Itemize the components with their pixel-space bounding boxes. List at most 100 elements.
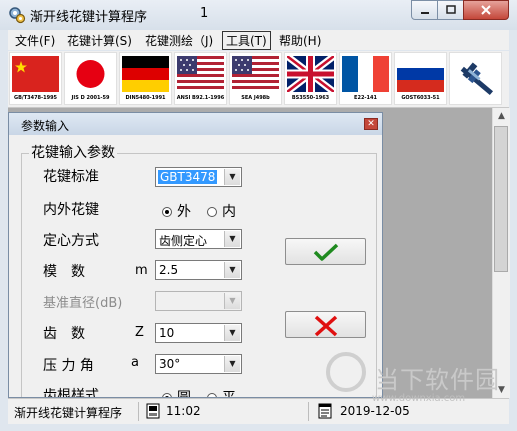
teeth-symbol: Z	[135, 325, 144, 340]
check-icon	[313, 243, 339, 261]
module-select[interactable]: 2.5 ▼	[155, 260, 242, 280]
status-time: 11:02	[166, 404, 201, 418]
standard-button-gb[interactable]: GB/T3478-1995	[9, 52, 62, 105]
teeth-label: 齿 数	[43, 326, 85, 342]
group-title: 花键输入参数	[29, 142, 117, 162]
chevron-down-icon: ▼	[224, 356, 240, 372]
maximize-icon	[445, 5, 456, 14]
module-value: 2.5	[159, 263, 179, 277]
maximize-button[interactable]	[437, 0, 464, 20]
standard-button-ansi[interactable]: ANSI B92.1-1996	[174, 52, 227, 105]
standard-caption: E22-141	[354, 95, 377, 101]
centering-label: 定心方式	[43, 233, 99, 249]
root-style-option: 圆	[177, 390, 191, 398]
standard-caption: ANSI B92.1-1996	[176, 95, 225, 101]
scroll-up-icon[interactable]: ▲	[493, 108, 510, 124]
standard-button-bs[interactable]: BS3550-1963	[284, 52, 337, 105]
window-title-number: 1	[200, 6, 209, 21]
title-bar[interactable]: 渐开线花键计算程序 1	[0, 0, 517, 30]
chevron-down-icon: ▼	[224, 262, 240, 278]
standard-caption: SEA J498b	[241, 95, 270, 101]
radio-icon	[207, 207, 217, 217]
usa-flag-icon	[177, 56, 224, 92]
status-divider	[138, 402, 139, 421]
status-app-name: 渐开线花键计算程序	[14, 406, 123, 420]
watermark-url: www.downxia.com	[372, 393, 466, 404]
standard-button-gost[interactable]: GOST6033-51	[394, 52, 447, 105]
module-symbol: m	[135, 263, 148, 278]
menu-file[interactable]: 文件(F)	[12, 32, 58, 49]
teeth-value: 10	[159, 326, 175, 340]
measure-tool-button[interactable]	[449, 52, 502, 105]
status-date: 2019-12-05	[340, 404, 410, 418]
standard-button-nf[interactable]: E22-141	[339, 52, 392, 105]
menu-bar: 文件(F) 花键计算(S) 花键测绘（J) 工具(T) 帮助(H)	[8, 30, 509, 50]
chevron-down-icon: ▼	[224, 293, 240, 309]
toolbar: GB/T3478-1995 JIS D 2001-59 DIN5480-1991…	[8, 51, 509, 108]
teeth-select[interactable]: 10 ▼	[155, 323, 242, 343]
scroll-thumb[interactable]	[494, 126, 508, 272]
standard-caption: BS3550-1963	[291, 95, 330, 101]
spline-type-option: 内	[222, 204, 236, 220]
pressure-angle-select[interactable]: 30° ▼	[155, 354, 242, 374]
app-gear-icon	[9, 7, 26, 24]
parameter-input-dialog: 参数输入 ✕ 花键输入参数 花键标准 GBT3478 ▼ 内外花键 外 内 定心…	[8, 112, 383, 398]
root-style-flat-radio[interactable]: 平	[207, 387, 236, 398]
centering-select[interactable]: 齿侧定心 ▼	[155, 229, 242, 249]
usa-flag-icon	[232, 56, 279, 92]
dialog-title: 参数输入	[21, 119, 70, 133]
root-style-label: 齿根样式	[43, 388, 99, 398]
chevron-down-icon: ▼	[224, 325, 240, 341]
close-button[interactable]	[463, 0, 509, 20]
close-icon	[481, 5, 491, 15]
pressure-angle-value: 30°	[159, 357, 181, 371]
minimize-icon	[420, 12, 429, 14]
menu-spline-calc[interactable]: 花键计算(S)	[64, 32, 135, 49]
dialog-close-icon[interactable]: ✕	[364, 118, 378, 130]
spline-type-label: 内外花键	[43, 202, 99, 218]
germany-flag-icon	[122, 56, 169, 92]
ok-button[interactable]	[285, 238, 366, 265]
x-icon	[314, 315, 338, 337]
calendar-icon	[318, 403, 332, 419]
standard-button-sae[interactable]: SEA J498b	[229, 52, 282, 105]
standard-button-jis[interactable]: JIS D 2001-59	[64, 52, 117, 105]
ref-diameter-select: ▼	[155, 291, 242, 311]
clock-icon	[146, 403, 160, 419]
japan-flag-icon	[67, 56, 114, 92]
spline-type-external-radio[interactable]: 外	[162, 201, 191, 221]
watermark-text: 当下软件园	[375, 366, 500, 394]
watermark-logo-icon	[326, 352, 366, 392]
standard-value: GBT3478	[158, 170, 218, 184]
vertical-scrollbar[interactable]: ▲ ▼	[492, 108, 510, 398]
standard-label: 花键标准	[43, 169, 99, 185]
menu-help[interactable]: 帮助(H)	[276, 32, 324, 49]
spline-type-option: 外	[177, 204, 191, 220]
standard-caption: JIS D 2001-59	[71, 95, 110, 101]
uk-flag-icon	[287, 56, 334, 92]
menu-spline-measure[interactable]: 花键测绘（J)	[142, 32, 216, 49]
window-title: 渐开线花键计算程序	[30, 10, 148, 25]
standard-caption: GB/T3478-1995	[13, 95, 58, 101]
standard-select[interactable]: GBT3478 ▼	[155, 167, 242, 187]
standard-button-din[interactable]: DIN5480-1991	[119, 52, 172, 105]
china-flag-icon	[12, 56, 59, 92]
centering-value: 齿侧定心	[159, 234, 208, 248]
spline-type-internal-radio[interactable]: 内	[207, 201, 236, 221]
caliper-icon	[460, 62, 494, 96]
pressure-angle-label: 压 力 角	[43, 358, 94, 374]
ref-diameter-label: 基准直径(dB)	[43, 296, 123, 311]
root-style-option: 平	[222, 390, 236, 398]
module-label: 模 数	[43, 264, 85, 280]
chevron-down-icon: ▼	[224, 169, 240, 185]
menu-tools[interactable]: 工具(T)	[222, 31, 271, 50]
radio-selected-icon	[162, 207, 172, 217]
minimize-button[interactable]	[411, 0, 438, 20]
root-style-round-radio[interactable]: 圆	[162, 387, 191, 398]
standard-caption: DIN5480-1991	[125, 95, 166, 101]
chevron-down-icon: ▼	[224, 231, 240, 247]
cancel-button[interactable]	[285, 311, 366, 338]
france-flag-icon	[342, 56, 389, 92]
dialog-title-bar[interactable]: 参数输入 ✕	[9, 113, 382, 135]
standard-caption: GOST6033-51	[401, 95, 440, 101]
